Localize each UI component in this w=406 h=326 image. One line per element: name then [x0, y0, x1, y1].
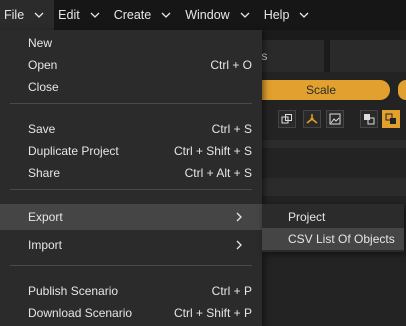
scale-button-label: Scale [305, 83, 337, 97]
menu-bar: File Edit Create Window Help [0, 0, 406, 30]
menu-item-download-scenario[interactable]: Download Scenario Ctrl + Shift + P [0, 302, 262, 324]
layer-front-button[interactable] [382, 110, 400, 128]
menu-window-label: Window [185, 8, 230, 22]
menu-file-label: File [4, 8, 25, 22]
chevron-down-icon [90, 10, 100, 20]
menu-item-open-label: Open [28, 58, 58, 72]
menu-item-export-label: Export [28, 210, 63, 224]
shortcut-label: Ctrl + Alt + S [184, 166, 252, 180]
scale-button[interactable]: Scale [252, 80, 390, 100]
export-submenu: Project CSV List Of Objects [262, 204, 404, 252]
menu-item-import-label: Import [28, 238, 63, 252]
menu-item-share-label: Share [28, 166, 61, 180]
submenu-item-project-label: Project [288, 210, 326, 224]
menu-item-duplicate-project[interactable]: Duplicate Project Ctrl + Shift + S [0, 140, 262, 162]
shortcut-label: Ctrl + O [210, 58, 252, 72]
chevron-right-icon [234, 239, 244, 251]
menu-item-publish-label: Publish Scenario [28, 284, 119, 298]
submenu-item-project[interactable]: Project [262, 206, 404, 228]
shortcut-label: Ctrl + P [211, 284, 252, 298]
menu-edit-label: Edit [58, 8, 80, 22]
chevron-down-icon [34, 10, 44, 20]
copy-icon [281, 113, 293, 125]
submenu-item-csv-list[interactable]: CSV List Of Objects [262, 228, 404, 250]
menu-item-save-label: Save [28, 122, 56, 136]
file-menu: New Open Ctrl + O Close Save Ctrl + S Du… [0, 30, 262, 326]
copy-tool-button[interactable] [278, 110, 296, 128]
menu-help-label: Help [263, 8, 290, 22]
menu-item-export[interactable]: Export [0, 204, 262, 230]
menu-separator [10, 103, 252, 104]
menu-edit[interactable]: Edit [54, 0, 110, 30]
shortcut-label: Ctrl + S [211, 122, 252, 136]
menu-create-label: Create [113, 8, 152, 22]
layer-back-button[interactable] [360, 110, 378, 128]
menu-item-save[interactable]: Save Ctrl + S [0, 118, 262, 140]
menu-window[interactable]: Window [181, 0, 259, 30]
layers-icon [363, 113, 375, 125]
shortcut-label: Ctrl + Shift + S [173, 144, 252, 158]
background-tab-2[interactable] [330, 40, 406, 72]
menu-item-import[interactable]: Import [0, 234, 262, 256]
menu-item-open[interactable]: Open Ctrl + O [0, 54, 262, 76]
menu-item-publish-scenario[interactable]: Publish Scenario Ctrl + P [0, 280, 262, 302]
axis-icon [306, 113, 318, 125]
menu-help[interactable]: Help [260, 0, 320, 30]
submenu-item-csv-label: CSV List Of Objects [288, 232, 395, 246]
menu-separator [10, 265, 252, 266]
menu-item-close[interactable]: Close [0, 76, 262, 98]
next-mode-button[interactable] [398, 80, 406, 100]
chevron-down-icon [161, 10, 171, 20]
menu-item-share[interactable]: Share Ctrl + Alt + S [0, 162, 262, 184]
chevron-right-icon [234, 211, 244, 223]
image-icon [329, 113, 341, 125]
menu-file[interactable]: File [0, 0, 55, 30]
shortcut-label: Ctrl + Shift + P [173, 306, 252, 320]
chevron-down-icon [299, 10, 309, 20]
menu-item-close-label: Close [28, 80, 59, 94]
menu-item-new[interactable]: New [0, 32, 262, 54]
menu-item-new-label: New [28, 36, 53, 50]
menu-separator [10, 189, 252, 190]
image-tool-button[interactable] [326, 110, 344, 128]
chevron-down-icon [240, 10, 250, 20]
menu-item-duplicate-label: Duplicate Project [28, 144, 119, 158]
menu-item-download-label: Download Scenario [28, 306, 133, 320]
menu-create[interactable]: Create [110, 0, 182, 30]
layers-front-icon [385, 113, 397, 125]
axis-tool-button[interactable] [303, 110, 321, 128]
